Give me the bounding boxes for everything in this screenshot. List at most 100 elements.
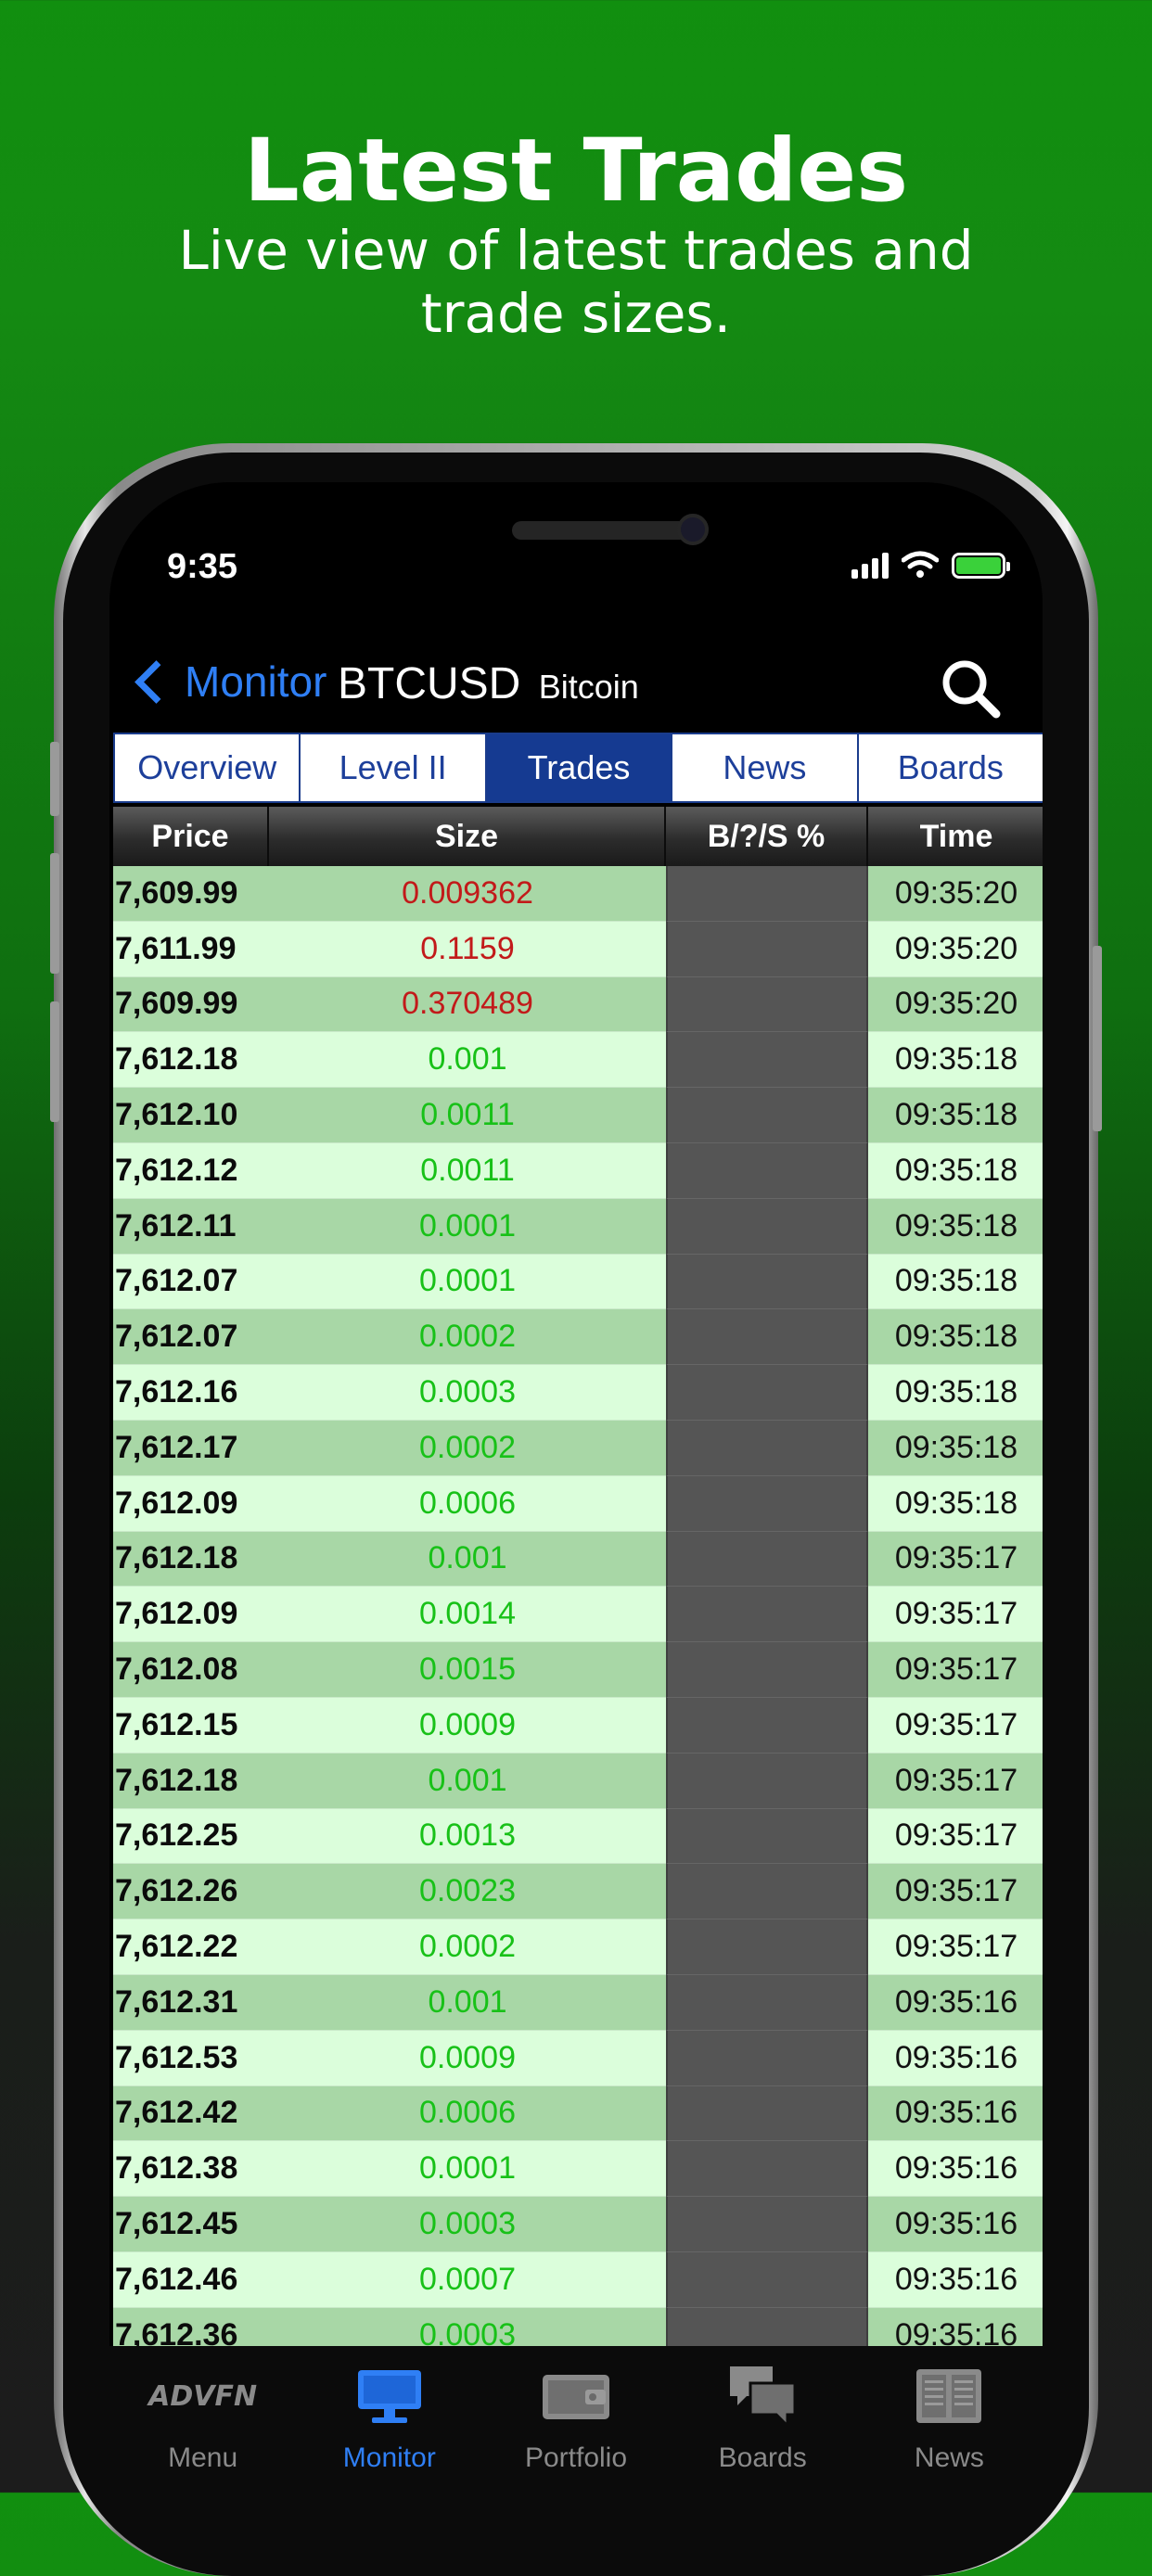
bs-percent-cell [666,1642,868,1698]
bs-percent-cell [666,921,868,977]
cellular-signal-icon [851,553,889,579]
size-cell: 0.0011 [269,1088,666,1143]
phone-screen: 9:35 Monitor BTCUSD Bitcoin Overview Lev… [109,482,1043,2522]
bs-percent-cell [666,1697,868,1753]
size-cell: 0.001 [269,1531,666,1588]
time-cell: 09:35:17 [868,1587,1043,1643]
table-row[interactable]: 7,611.99 0.1159 09:35:20 [113,921,1043,977]
table-row[interactable]: 7,612.26 0.0023 09:35:17 [113,1864,1043,1920]
column-header-price[interactable]: Price [113,807,269,866]
tabbar-item-menu[interactable]: ADVFN Menu [109,2346,296,2522]
table-row[interactable]: 7,612.09 0.0006 09:35:18 [113,1475,1043,1532]
tab-boards[interactable]: Boards [859,734,1043,801]
tabbar-label: News [914,2442,984,2473]
tabbar-item-monitor[interactable]: Monitor [296,2346,482,2522]
tab-news[interactable]: News [672,734,859,801]
table-row[interactable]: 7,612.46 0.0007 09:35:16 [113,2251,1043,2308]
time-cell: 09:35:17 [868,1642,1043,1698]
chevron-left-icon [134,659,178,704]
size-cell: 0.0003 [269,1365,666,1421]
time-cell: 09:35:16 [868,2197,1043,2252]
price-cell: 7,612.15 [113,1697,269,1753]
table-row[interactable]: 7,612.07 0.0001 09:35:18 [113,1254,1043,1310]
table-row[interactable]: 7,612.10 0.0011 09:35:18 [113,1088,1043,1143]
time-cell: 09:35:18 [868,1088,1043,1143]
time-cell: 09:35:18 [868,1254,1043,1310]
instrument-title: BTCUSD Bitcoin [338,658,639,709]
column-header-time[interactable]: Time [868,807,1043,866]
bs-percent-cell [666,866,868,922]
time-cell: 09:35:18 [868,1365,1043,1421]
price-cell: 7,612.18 [113,1753,269,1809]
time-cell: 09:35:20 [868,866,1043,922]
segment-tabs: Overview Level II Trades News Boards [113,733,1043,803]
price-cell: 7,612.46 [113,2251,269,2308]
search-icon[interactable] [937,655,1004,721]
table-row[interactable]: 7,609.99 0.009362 09:35:20 [113,866,1043,922]
table-row[interactable]: 7,612.08 0.0015 09:35:17 [113,1642,1043,1698]
price-cell: 7,612.16 [113,1365,269,1421]
time-cell: 09:35:16 [868,2251,1043,2308]
bs-percent-cell [666,1753,868,1809]
tab-overview[interactable]: Overview [115,734,301,801]
table-row[interactable]: 7,612.42 0.0006 09:35:16 [113,2085,1043,2142]
tab-level-ii[interactable]: Level II [301,734,487,801]
table-row[interactable]: 7,612.15 0.0009 09:35:17 [113,1697,1043,1753]
table-row[interactable]: 7,612.12 0.0011 09:35:18 [113,1142,1043,1199]
table-row[interactable]: 7,612.53 0.0009 09:35:16 [113,2030,1043,2086]
wifi-icon [902,551,939,578]
trades-table-header: Price Size B/?/S % Time [113,807,1043,866]
column-header-bs[interactable]: B/?/S % [666,807,868,866]
table-row[interactable]: 7,612.25 0.0013 09:35:17 [113,1808,1043,1865]
price-cell: 7,611.99 [113,921,269,977]
table-row[interactable]: 7,612.17 0.0002 09:35:18 [113,1420,1043,1476]
bs-percent-cell [666,1974,868,2031]
bs-percent-cell [666,1142,868,1199]
phone-side-button [1093,946,1102,1131]
tabbar-item-portfolio[interactable]: Portfolio [482,2346,669,2522]
table-row[interactable]: 7,612.18 0.001 09:35:17 [113,1753,1043,1809]
time-cell: 09:35:16 [868,1974,1043,2031]
table-row[interactable]: 7,612.18 0.001 09:35:18 [113,1032,1043,1089]
symbol-name: Bitcoin [538,668,639,706]
table-row[interactable]: 7,612.07 0.0002 09:35:18 [113,1309,1043,1366]
table-row[interactable]: 7,612.45 0.0003 09:35:16 [113,2197,1043,2252]
table-row[interactable]: 7,612.11 0.0001 09:35:18 [113,1198,1043,1255]
chat-bubbles-icon [726,2359,799,2433]
time-cell: 09:35:20 [868,976,1043,1033]
table-row[interactable]: 7,612.09 0.0014 09:35:17 [113,1587,1043,1643]
monitor-icon [355,2359,424,2433]
bs-percent-cell [666,1531,868,1588]
price-cell: 7,612.18 [113,1032,269,1089]
bs-percent-cell [666,1420,868,1476]
navigation-bar: Monitor BTCUSD Bitcoin [109,640,1043,742]
tabbar-item-news[interactable]: News [856,2346,1043,2522]
table-row[interactable]: 7,612.16 0.0003 09:35:18 [113,1365,1043,1421]
table-row[interactable]: 7,612.31 0.001 09:35:16 [113,1974,1043,2031]
size-cell: 0.0001 [269,1198,666,1255]
phone-side-button [50,742,59,816]
bs-percent-cell [666,1309,868,1366]
symbol-code: BTCUSD [338,659,521,708]
bs-percent-cell [666,1032,868,1089]
bs-percent-cell [666,2251,868,2308]
column-header-size[interactable]: Size [269,807,666,866]
table-row[interactable]: 7,612.38 0.0001 09:35:16 [113,2141,1043,2198]
trades-table-body[interactable]: 7,609.99 0.009362 09:35:20 7,611.99 0.1159 09… [113,866,1043,2364]
tab-trades[interactable]: Trades [486,734,673,801]
time-cell: 09:35:16 [868,2085,1043,2142]
price-cell: 7,612.26 [113,1864,269,1920]
bs-percent-cell [666,2197,868,2252]
size-cell: 0.370489 [269,976,666,1033]
wallet-icon [541,2359,611,2433]
size-cell: 0.009362 [269,866,666,922]
promo-title: Latest Trades [243,121,909,222]
back-button[interactable]: Monitor [124,657,326,707]
bs-percent-cell [666,1475,868,1532]
tabbar-item-boards[interactable]: Boards [670,2346,856,2522]
size-cell: 0.0023 [269,1864,666,1920]
phone-side-button [50,1001,59,1122]
table-row[interactable]: 7,609.99 0.370489 09:35:20 [113,976,1043,1033]
table-row[interactable]: 7,612.22 0.0002 09:35:17 [113,1919,1043,1975]
table-row[interactable]: 7,612.18 0.001 09:35:17 [113,1531,1043,1588]
